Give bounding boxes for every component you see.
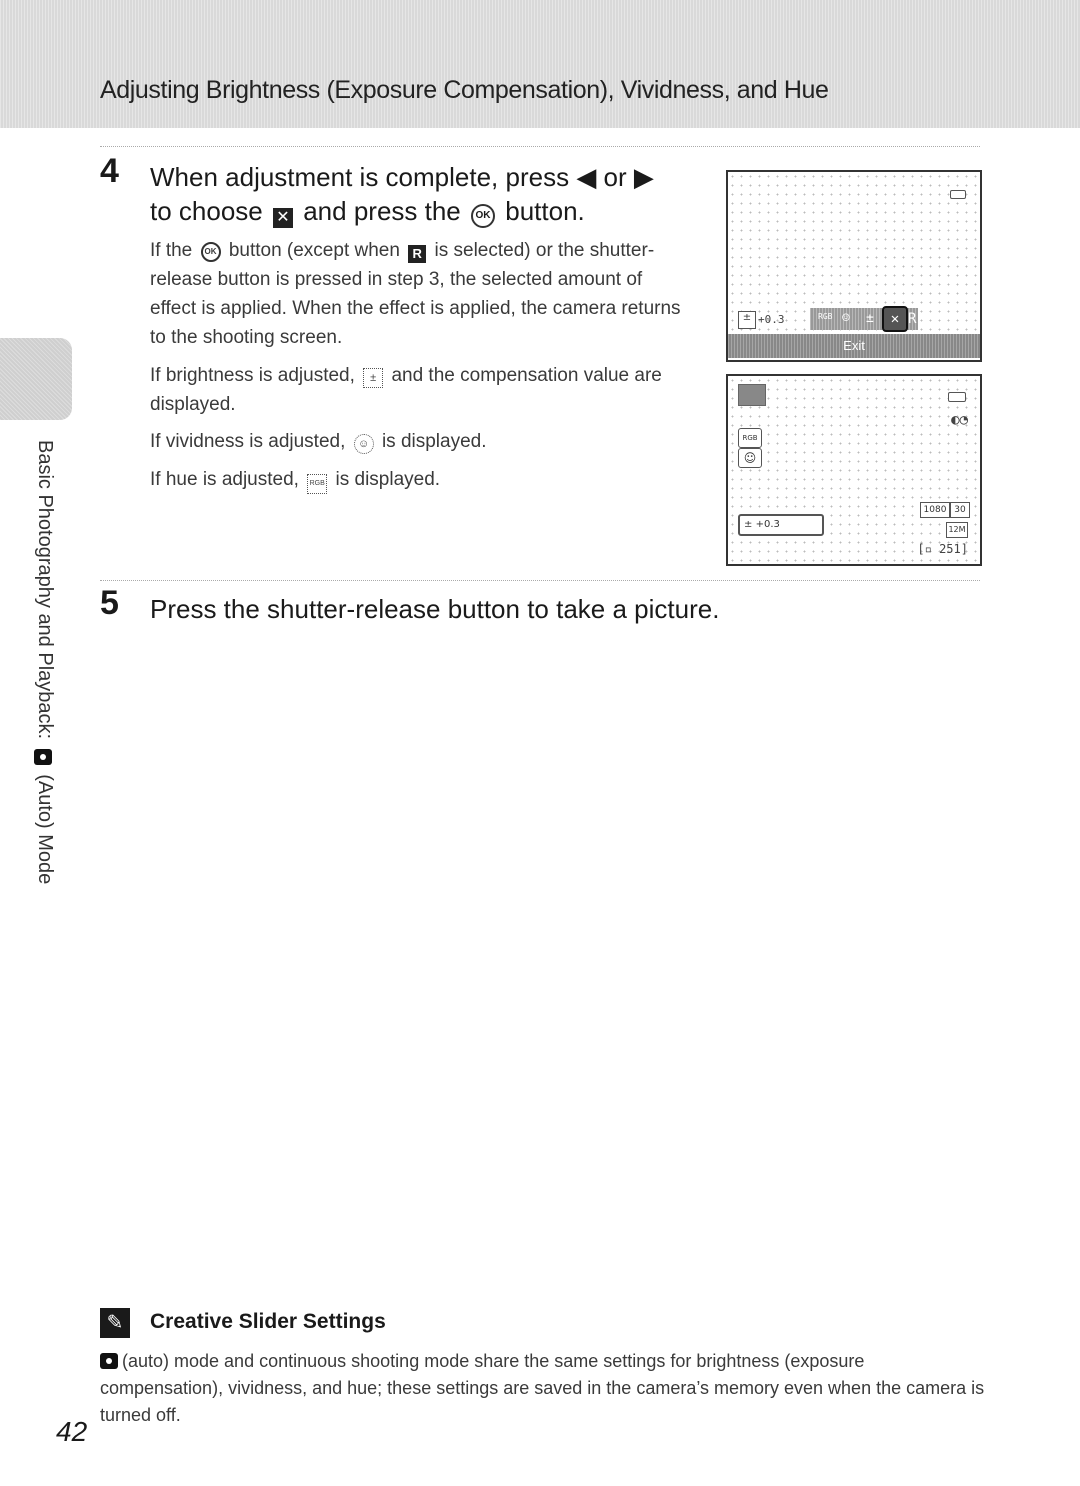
step-4-paragraph-3: If vividness is adjusted, ☺ is displayed… xyxy=(150,431,487,454)
reset-option[interactable]: R xyxy=(908,311,916,327)
exposure-compensation-icon: ± xyxy=(744,519,753,530)
step-4-paragraph-4: If hue is adjusted, RGB is displayed. xyxy=(150,465,690,494)
image-size-indicator: 12M xyxy=(946,522,968,538)
page-title: Adjusting Brightness (Exposure Compensat… xyxy=(100,76,829,104)
right-arrow-icon: ▶ xyxy=(633,162,654,192)
auto-mode-icon xyxy=(738,384,766,406)
step-5-title: Press the shutter-release button to take… xyxy=(150,594,720,624)
step-4-paragraph-1: If the OK button (except when R is selec… xyxy=(150,240,681,348)
reset-icon: R xyxy=(408,245,427,263)
exposure-value: +0.3 xyxy=(758,313,785,326)
exposure-compensation-icon: ± xyxy=(363,368,384,388)
remaining-shots: [▫ 251] xyxy=(917,542,968,556)
vividness-indicator: ☺ xyxy=(738,448,762,468)
note-pencil-icon: ✎ xyxy=(100,1308,130,1338)
ok-button-icon: OK xyxy=(200,242,221,262)
vividness-option[interactable]: ☺ xyxy=(842,311,850,326)
camera-auto-icon xyxy=(100,1353,118,1369)
exposure-compensation-icon: ± xyxy=(738,311,756,329)
camera-screen-shooting: ◐◔ RGB ☺ ± +0.3 1080 30 12M [▫ 251] xyxy=(726,374,982,566)
step-4-number: 4 xyxy=(100,152,119,190)
left-arrow-icon: ◀ xyxy=(576,162,597,192)
step-5-number: 5 xyxy=(100,584,119,622)
exit-option-selected[interactable]: ✕ xyxy=(882,306,908,332)
camera-auto-icon xyxy=(34,748,52,765)
step-4-paragraph-2: If brightness is adjusted, ± and the com… xyxy=(150,365,662,415)
hue-option[interactable]: RGB xyxy=(818,312,832,321)
battery-icon xyxy=(948,392,966,402)
hue-indicator: RGB xyxy=(738,428,762,448)
note-body: (auto) mode and continuous shooting mode… xyxy=(100,1351,985,1425)
header-band: Adjusting Brightness (Exposure Compensat… xyxy=(0,0,1080,128)
vibration-reduction-icon: ◐◔ xyxy=(951,412,968,428)
brightness-option[interactable]: ± xyxy=(866,311,874,326)
step-4-title: When adjustment is complete, press ◀ or … xyxy=(150,162,654,228)
exit-icon: ✕ xyxy=(272,208,293,228)
section-thumb-tab xyxy=(0,338,72,420)
camera-screen-slider: ± +0.3 RGB ☺ ± ✕ R Exit xyxy=(726,170,982,362)
page-number: 42 xyxy=(56,1416,88,1447)
movie-size-indicator: 1080 xyxy=(920,502,950,518)
ok-button-icon: OK xyxy=(471,204,496,228)
divider xyxy=(100,580,980,581)
internal-memory-icon: ▫ xyxy=(924,542,932,556)
hue-icon: RGB xyxy=(307,474,328,494)
divider xyxy=(100,146,980,147)
exposure-indicator: ± +0.3 xyxy=(738,514,824,536)
battery-icon xyxy=(950,190,966,199)
vividness-icon: ☺ xyxy=(353,434,374,454)
creative-slider-bar[interactable]: RGB ☺ ± ✕ R xyxy=(810,306,918,332)
movie-fps-indicator: 30 xyxy=(950,502,970,518)
section-label: Basic Photography and Playback: (Auto) M… xyxy=(34,440,56,885)
note-title: Creative Slider Settings xyxy=(150,1310,386,1333)
exit-bar[interactable]: Exit xyxy=(728,334,980,358)
